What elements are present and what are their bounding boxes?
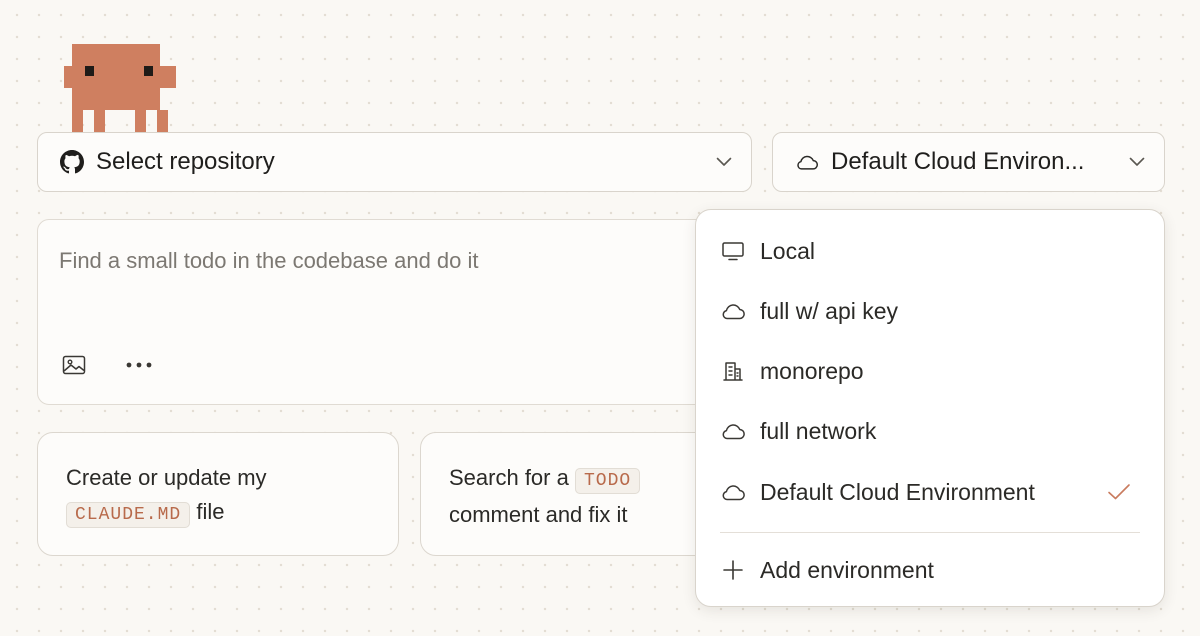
code-snippet: CLAUDE.MD [66, 502, 191, 528]
chevron-down-icon [713, 151, 735, 173]
environment-menu: Local full w/ api key monorepo full netw… [695, 209, 1165, 607]
suggestion-card-todo[interactable]: Search for a TODO comment and fix it [420, 432, 740, 556]
menu-item-local[interactable]: Local [696, 223, 1164, 279]
suggestion-text: file [196, 499, 225, 524]
menu-divider [720, 532, 1140, 533]
prompt-placeholder: Find a small todo in the codebase and do… [59, 248, 479, 273]
repository-select[interactable]: Select repository [37, 132, 752, 192]
menu-item-full-network[interactable]: full network [696, 403, 1164, 459]
plus-icon [720, 557, 746, 583]
github-icon [60, 150, 84, 174]
cloud-icon [795, 150, 819, 174]
menu-item-monorepo[interactable]: monorepo [696, 343, 1164, 399]
suggestion-text: Search for a [449, 465, 569, 490]
suggestion-text: Create or update my [66, 465, 267, 490]
building-icon [720, 358, 746, 384]
chevron-down-icon [1126, 151, 1148, 173]
image-icon[interactable] [56, 347, 92, 383]
menu-item-default-cloud-environment[interactable]: Default Cloud Environment [696, 464, 1164, 520]
menu-item-label: full w/ api key [760, 297, 899, 324]
suggestion-line: CLAUDE.MD file [66, 495, 398, 532]
suggestion-line: Create or update my [66, 461, 398, 495]
environment-select-label: Default Cloud Environ... [831, 148, 1085, 175]
suggestion-card-claude-md[interactable]: Create or update my CLAUDE.MD file [37, 432, 399, 556]
menu-item-label: Default Cloud Environment [760, 478, 1035, 505]
menu-item-label: Local [760, 237, 815, 264]
cloud-icon [720, 298, 746, 324]
repository-select-label: Select repository [96, 148, 275, 175]
add-environment-button[interactable]: Add environment [696, 542, 1164, 598]
more-icon[interactable] [121, 347, 157, 383]
cloud-icon [720, 418, 746, 444]
prompt-input[interactable]: Find a small todo in the codebase and do… [37, 219, 737, 405]
cloud-icon [720, 479, 746, 505]
add-environment-label: Add environment [760, 556, 934, 583]
code-snippet: TODO [574, 468, 641, 494]
checkmark-icon [1106, 479, 1132, 505]
menu-item-label: full network [760, 417, 877, 444]
suggestion-text: comment and fix it [449, 502, 628, 527]
menu-item-label: monorepo [760, 357, 864, 384]
mascot-logo [64, 44, 176, 132]
menu-item-full-api-key[interactable]: full w/ api key [696, 283, 1164, 339]
environment-select[interactable]: Default Cloud Environ... [772, 132, 1165, 192]
monitor-icon [720, 238, 746, 264]
